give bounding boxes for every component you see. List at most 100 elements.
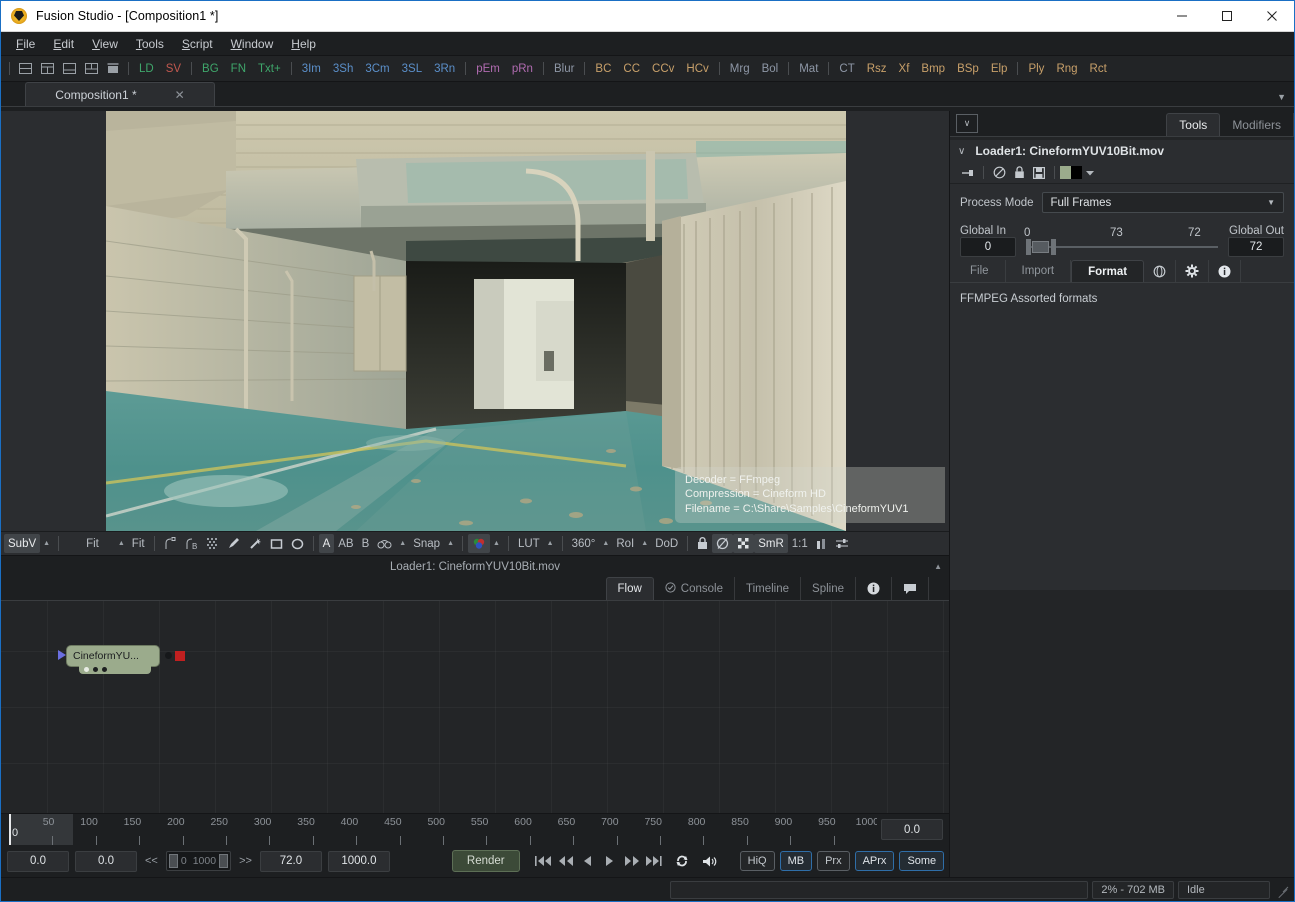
shelf-tool-bg[interactable]: BG [196, 61, 225, 77]
subtab-format[interactable]: Format [1071, 260, 1145, 282]
process-mode-dropdown[interactable]: Full Frames ▼ [1041, 192, 1284, 213]
tab-composition1[interactable]: Composition1 * ✕ [25, 82, 215, 106]
color-swatch-icon[interactable] [1060, 166, 1082, 179]
toggle-some[interactable]: Some [899, 851, 945, 871]
range-handle-left[interactable] [168, 854, 178, 868]
prev-range-arrows[interactable]: << [143, 855, 160, 867]
tab-spline[interactable]: Spline [801, 577, 856, 600]
range-handle-right[interactable] [219, 854, 229, 868]
dod-button[interactable]: DoD [651, 534, 682, 553]
fast-forward-icon[interactable] [622, 851, 642, 871]
dither-grid-icon[interactable] [203, 534, 223, 553]
layout-split-icon[interactable] [80, 58, 102, 80]
menu-help[interactable]: Help [282, 34, 325, 54]
degree-caret-icon[interactable]: ▲ [599, 540, 612, 547]
rewind-icon[interactable] [556, 851, 576, 871]
flow-canvas[interactable]: CineformYU... [1, 601, 949, 813]
loop-icon[interactable] [672, 851, 692, 871]
buffer-ab-button[interactable]: AB [334, 534, 357, 553]
toggle-hiq[interactable]: HiQ [739, 851, 775, 871]
layout-single-icon[interactable] [14, 58, 36, 80]
wand-icon[interactable] [244, 534, 266, 553]
slider-handle-in[interactable] [1026, 239, 1031, 255]
shelf-tool-bsp[interactable]: BSp [951, 61, 985, 77]
binocular-caret-icon[interactable]: ▲ [396, 540, 409, 547]
viewer-panel[interactable]: Decoder = FFmpeg Compression = Cineform … [1, 111, 949, 531]
global-out-field[interactable]: 72 [1228, 237, 1284, 257]
binocular-icon[interactable] [373, 534, 396, 553]
minimize-icon[interactable] [1159, 1, 1204, 31]
tab-modifiers[interactable]: Modifiers [1220, 113, 1294, 136]
info-icon[interactable] [856, 577, 892, 600]
snap-button[interactable]: Snap [409, 534, 444, 553]
menu-tools[interactable]: Tools [127, 34, 173, 54]
global-range-slider[interactable] [1022, 237, 1222, 257]
node-loader1[interactable]: CineformYU... [58, 646, 185, 674]
subview-button[interactable]: SubV [4, 534, 41, 553]
render-button[interactable]: Render [451, 850, 520, 872]
shelf-tool-3sh[interactable]: 3Sh [327, 61, 359, 77]
curve-icon[interactable] [160, 534, 181, 553]
alpha-icon[interactable] [712, 534, 734, 553]
shelf-tool-pem[interactable]: pEm [470, 61, 506, 77]
shelf-tool-rng[interactable]: Rng [1050, 61, 1083, 77]
skip-start-icon[interactable] [534, 851, 554, 871]
toggle-mb[interactable]: MB [779, 851, 813, 871]
shelf-tool-elp[interactable]: Elp [985, 61, 1014, 77]
shelf-tool-blur[interactable]: Blur [548, 61, 580, 77]
toggle-aprx[interactable]: APrx [854, 851, 895, 871]
shelf-tool-cc[interactable]: CC [617, 61, 646, 77]
range-slider[interactable]: 0 1000 [165, 851, 232, 871]
step-back-icon[interactable] [578, 851, 598, 871]
shelf-tool-prn[interactable]: pRn [506, 61, 539, 77]
shelf-tool-ld[interactable]: LD [133, 61, 160, 77]
lut-caret-icon[interactable]: ▲ [544, 540, 557, 547]
buffer-b-button[interactable]: B [358, 534, 374, 553]
time-field-1[interactable]: 0.0 [7, 850, 69, 872]
shelf-tool-3sl[interactable]: 3SL [396, 61, 428, 77]
slider-handle-out[interactable] [1051, 239, 1056, 255]
lut-button[interactable]: LUT [514, 534, 544, 553]
shelf-tool-hcv[interactable]: HCv [680, 61, 714, 77]
shelf-tool-3cm[interactable]: 3Cm [359, 61, 395, 77]
subtab-file[interactable]: File [954, 260, 1006, 282]
menu-window[interactable]: Window [222, 34, 283, 54]
snap-caret-icon[interactable]: ▲ [444, 540, 457, 547]
timeline-ruler[interactable]: 50 100 150 200 250 300 350 400 450 500 550 600 650 70… [1, 814, 877, 845]
layout-two-icon[interactable] [36, 58, 58, 80]
pen-icon[interactable] [223, 534, 244, 553]
timeline-current-value[interactable]: 0.0 [881, 819, 943, 840]
chevron-down-icon[interactable]: ▼ [1277, 92, 1286, 102]
caret-down-icon[interactable] [1082, 164, 1098, 182]
lock-icon[interactable] [1009, 164, 1029, 182]
shelf-tool-mat[interactable]: Mat [793, 61, 824, 77]
layout-grid-icon[interactable] [58, 58, 80, 80]
checker-icon[interactable] [733, 534, 755, 553]
maximize-icon[interactable] [1204, 1, 1249, 31]
play-icon[interactable] [600, 851, 620, 871]
chevron-down-icon[interactable]: ∨ [956, 114, 978, 133]
audio-icon[interactable] [700, 851, 720, 871]
subview-caret-icon[interactable]: ▲ [40, 540, 53, 547]
ratio-button[interactable]: 1:1 [788, 534, 812, 553]
shelf-tool-bmp[interactable]: Bmp [915, 61, 951, 77]
smr-button[interactable]: SmR [754, 534, 788, 553]
roi-button[interactable]: RoI [612, 534, 638, 553]
comment-icon[interactable] [892, 577, 929, 600]
subtab-import[interactable]: Import [1006, 260, 1072, 282]
buffer-a-button[interactable]: A [318, 534, 335, 553]
tab-timeline[interactable]: Timeline [735, 577, 802, 600]
shelf-tool-ccv[interactable]: CCv [646, 61, 680, 77]
chevron-down-icon[interactable]: ∨ [958, 146, 965, 157]
node-output-dot[interactable] [165, 652, 172, 659]
close-icon[interactable]: ✕ [175, 88, 185, 102]
shelf-tool-bc[interactable]: BC [589, 61, 617, 77]
histogram-icon[interactable] [812, 534, 831, 553]
time-field-3[interactable]: 72.0 [259, 850, 322, 872]
globe-icon[interactable] [1144, 260, 1177, 282]
fit-button-a[interactable]: Fit [82, 534, 103, 553]
color-caret-icon[interactable]: ▲ [490, 540, 503, 547]
layout-stack-icon[interactable] [102, 58, 124, 80]
save-icon[interactable] [1029, 164, 1049, 182]
fit-button-b[interactable]: Fit [128, 534, 149, 553]
